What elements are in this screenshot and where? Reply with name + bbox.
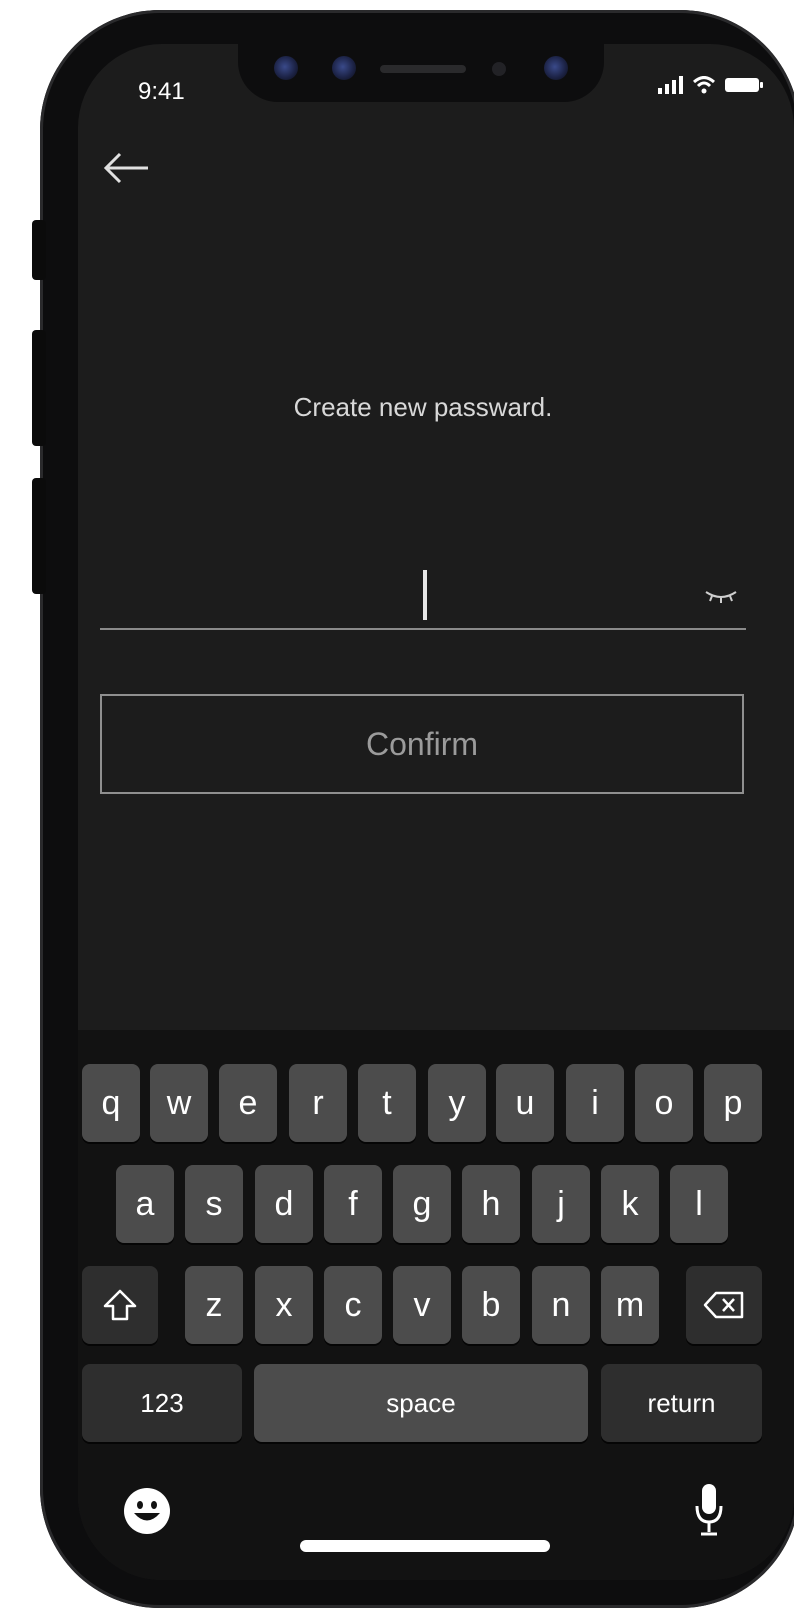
key-b[interactable]: b xyxy=(462,1266,520,1344)
key-f[interactable]: f xyxy=(324,1165,382,1243)
app-screen: 9:41 Create new passward. Confirm q w e … xyxy=(78,44,794,1580)
key-d[interactable]: d xyxy=(255,1165,313,1243)
key-a[interactable]: a xyxy=(116,1165,174,1243)
hide-password-eye-icon[interactable] xyxy=(704,586,738,606)
key-k[interactable]: k xyxy=(601,1165,659,1243)
back-arrow-icon[interactable] xyxy=(102,150,152,186)
backspace-key[interactable] xyxy=(686,1266,762,1344)
return-key[interactable]: return xyxy=(601,1364,762,1442)
key-i[interactable]: i xyxy=(566,1064,624,1142)
cellular-signal-icon xyxy=(658,76,683,94)
volume-down-button xyxy=(32,478,46,594)
keyboard: q w e r t y u i o p a s d f g h j k l z … xyxy=(78,1030,794,1580)
key-t[interactable]: t xyxy=(358,1064,416,1142)
key-o[interactable]: o xyxy=(635,1064,693,1142)
earpiece-speaker xyxy=(380,65,466,73)
key-u[interactable]: u xyxy=(496,1064,554,1142)
camera-lens xyxy=(544,56,568,80)
key-c[interactable]: c xyxy=(324,1266,382,1344)
key-r[interactable]: r xyxy=(289,1064,347,1142)
key-x[interactable]: x xyxy=(255,1266,313,1344)
numbers-key[interactable]: 123 xyxy=(82,1364,242,1442)
key-h[interactable]: h xyxy=(462,1165,520,1243)
key-e[interactable]: e xyxy=(219,1064,277,1142)
text-caret xyxy=(423,570,427,620)
mute-switch xyxy=(32,220,46,280)
backspace-icon xyxy=(703,1291,744,1319)
key-z[interactable]: z xyxy=(185,1266,243,1344)
key-n[interactable]: n xyxy=(532,1266,590,1344)
space-key[interactable]: space xyxy=(254,1364,588,1442)
page-title: Create new passward. xyxy=(293,392,553,422)
proximity-sensor xyxy=(492,62,506,76)
key-g[interactable]: g xyxy=(393,1165,451,1243)
key-y[interactable]: y xyxy=(428,1064,486,1142)
emoji-icon[interactable] xyxy=(122,1486,172,1536)
shift-key[interactable] xyxy=(82,1266,158,1344)
wifi-icon xyxy=(692,76,716,94)
status-time: 9:41 xyxy=(138,78,185,105)
confirm-button[interactable]: Confirm xyxy=(100,694,744,794)
key-l[interactable]: l xyxy=(670,1165,728,1243)
key-m[interactable]: m xyxy=(601,1266,659,1344)
microphone-icon[interactable] xyxy=(694,1480,724,1540)
battery-icon xyxy=(725,78,763,92)
notch xyxy=(238,44,604,102)
shift-icon xyxy=(103,1289,137,1321)
key-v[interactable]: v xyxy=(393,1266,451,1344)
camera-lens xyxy=(274,56,298,80)
key-s[interactable]: s xyxy=(185,1165,243,1243)
volume-up-button xyxy=(32,330,46,446)
key-q[interactable]: q xyxy=(82,1064,140,1142)
camera-lens xyxy=(332,56,356,80)
key-j[interactable]: j xyxy=(532,1165,590,1243)
key-w[interactable]: w xyxy=(150,1064,208,1142)
home-indicator[interactable] xyxy=(300,1540,550,1552)
status-icons xyxy=(658,76,764,94)
password-field[interactable] xyxy=(100,564,746,630)
key-p[interactable]: p xyxy=(704,1064,762,1142)
